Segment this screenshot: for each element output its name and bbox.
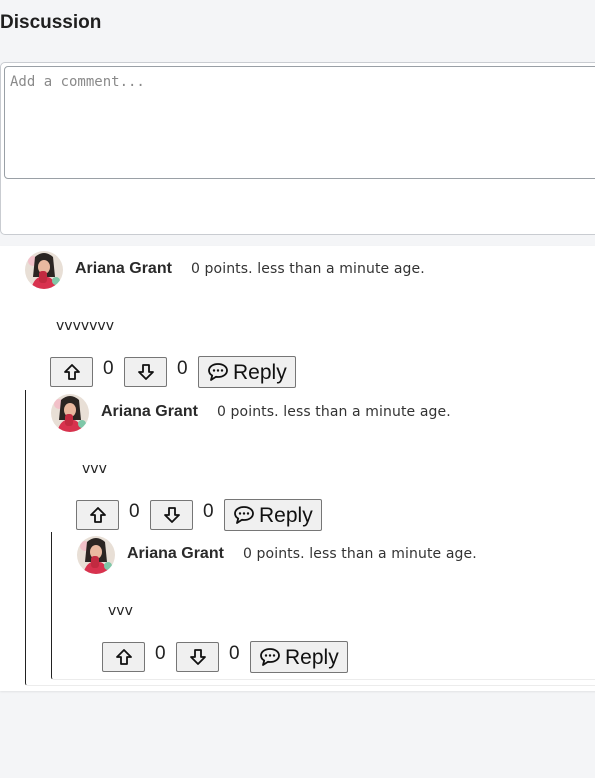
reply-button[interactable]: Reply bbox=[224, 499, 322, 531]
upvote-count: 0 bbox=[103, 358, 114, 379]
avatar bbox=[77, 536, 115, 574]
comment-body: vvv bbox=[108, 603, 133, 619]
comment-form bbox=[0, 62, 595, 235]
downvote-button[interactable] bbox=[176, 642, 219, 672]
comment: Ariana Grant 0 points. less than a minut… bbox=[52, 531, 595, 676]
reply-label: Reply bbox=[233, 361, 287, 384]
downvote-button[interactable] bbox=[150, 500, 193, 530]
downvote-count: 0 bbox=[229, 643, 240, 664]
arrow-down-icon bbox=[163, 507, 180, 523]
avatar bbox=[25, 251, 63, 289]
upvote-count: 0 bbox=[129, 501, 140, 522]
arrow-up-icon bbox=[63, 364, 80, 380]
downvote-count: 0 bbox=[177, 358, 188, 379]
speech-bubble-icon bbox=[234, 506, 254, 524]
upvote-button[interactable] bbox=[102, 642, 145, 672]
upvote-button[interactable] bbox=[50, 357, 93, 387]
comment-input[interactable] bbox=[4, 66, 595, 179]
reply-label: Reply bbox=[285, 646, 339, 669]
comment: Ariana Grant 0 points. less than a minut… bbox=[26, 389, 595, 534]
speech-bubble-icon bbox=[260, 648, 280, 666]
reply-button[interactable]: Reply bbox=[198, 356, 296, 388]
arrow-up-icon bbox=[89, 507, 106, 523]
comment-meta: 0 points. less than a minute age. bbox=[243, 546, 477, 562]
comment-body: vvvvvvv bbox=[56, 318, 114, 334]
comment-meta: 0 points. less than a minute age. bbox=[217, 404, 451, 420]
speech-bubble-icon bbox=[208, 363, 228, 381]
arrow-down-icon bbox=[189, 649, 206, 665]
comment-author[interactable]: Ariana Grant bbox=[127, 545, 224, 563]
comment-author[interactable]: Ariana Grant bbox=[101, 403, 198, 421]
downvote-button[interactable] bbox=[124, 357, 167, 387]
arrow-up-icon bbox=[115, 649, 132, 665]
reply-label: Reply bbox=[259, 504, 313, 527]
comment-thread: Ariana Grant 0 points. less than a minut… bbox=[0, 246, 595, 691]
avatar bbox=[51, 394, 89, 432]
page-title: Discussion bbox=[0, 12, 102, 33]
reply-button[interactable]: Reply bbox=[250, 641, 348, 673]
comment-body: vvv bbox=[82, 461, 107, 477]
comment-author[interactable]: Ariana Grant bbox=[75, 260, 172, 278]
downvote-count: 0 bbox=[203, 501, 214, 522]
upvote-button[interactable] bbox=[76, 500, 119, 530]
upvote-count: 0 bbox=[155, 643, 166, 664]
comment: Ariana Grant 0 points. less than a minut… bbox=[0, 246, 595, 391]
comment-meta: 0 points. less than a minute age. bbox=[191, 261, 425, 277]
arrow-down-icon bbox=[137, 364, 154, 380]
